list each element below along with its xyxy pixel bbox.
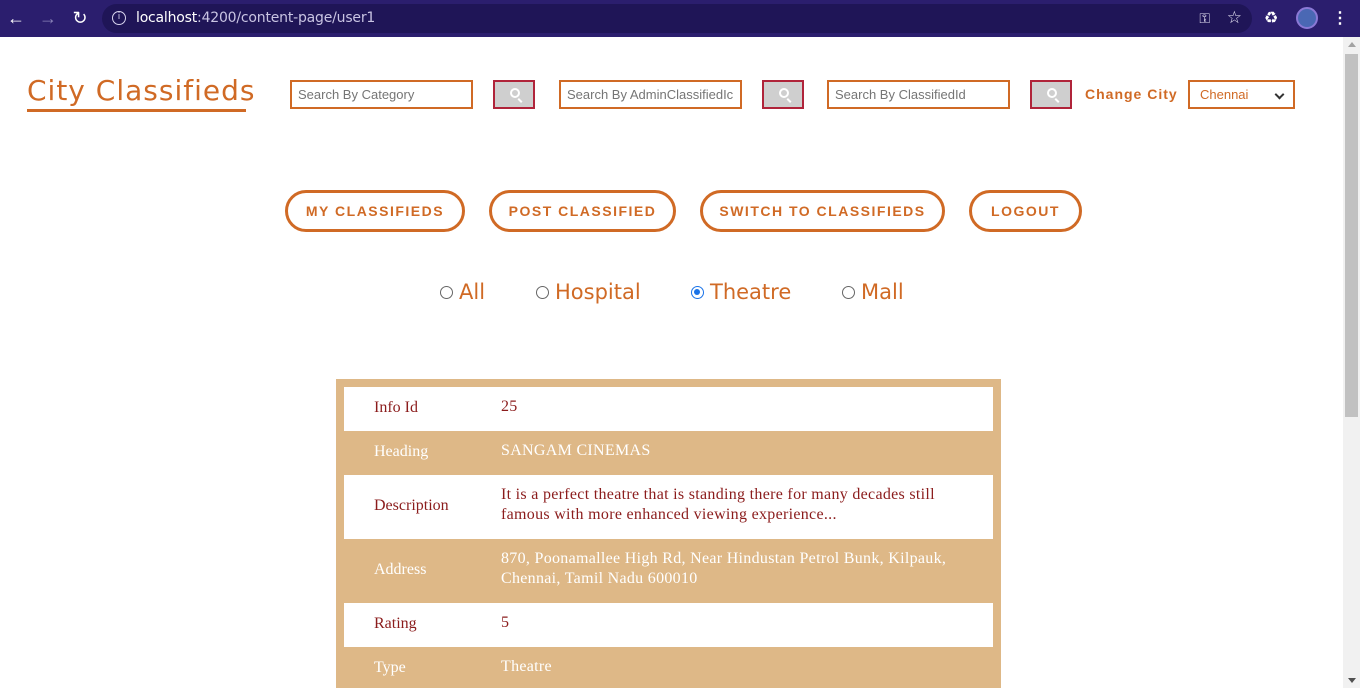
radio-hospital[interactable]: Hospital xyxy=(536,280,641,304)
scroll-up-arrow-icon[interactable] xyxy=(1348,42,1356,47)
table-row: Address 870, Poonamallee High Rd, Near H… xyxy=(344,539,993,603)
scrollbar-thumb[interactable] xyxy=(1345,54,1358,417)
radio-label[interactable]: Hospital xyxy=(555,280,641,304)
radio-circle[interactable] xyxy=(440,285,453,299)
forward-arrow-icon[interactable]: → xyxy=(36,6,60,30)
row-value: SANGAM CINEMAS xyxy=(501,442,651,459)
row-label: Type xyxy=(374,659,406,676)
search-icon xyxy=(779,88,789,98)
url-text[interactable]: localhost:4200/content-page/user1 xyxy=(136,10,375,26)
table-row: Type Theatre xyxy=(344,647,993,688)
table-row: Description It is a perfect theatre that… xyxy=(344,475,993,539)
chevron-down-icon xyxy=(1274,89,1285,100)
row-label: Description xyxy=(374,497,449,514)
search-by-category-input[interactable] xyxy=(290,80,473,109)
radio-label[interactable]: Theatre xyxy=(710,280,791,304)
radio-mall[interactable]: Mall xyxy=(842,280,904,304)
back-arrow-icon[interactable]: ← xyxy=(4,6,28,30)
radio-circle[interactable] xyxy=(691,285,704,299)
radio-all[interactable]: All xyxy=(440,280,485,304)
page-scrollbar[interactable] xyxy=(1343,37,1360,688)
search-icon xyxy=(1047,88,1057,98)
kebab-menu-icon[interactable]: ⋮ xyxy=(1332,8,1348,28)
brand-underline xyxy=(27,109,246,112)
reload-icon[interactable]: ↻ xyxy=(68,6,92,30)
classified-detail-table: Info Id 25 Heading SANGAM CINEMAS Descri… xyxy=(336,379,1001,688)
search-by-classified-id-input[interactable] xyxy=(827,80,1010,109)
browser-toolbar: ← → ↻ i localhost:4200/content-page/user… xyxy=(0,0,1360,37)
address-bar[interactable]: i localhost:4200/content-page/user1 ⚿ ☆ xyxy=(102,4,1252,33)
row-label: Info Id xyxy=(374,399,418,416)
search-admin-classified-button[interactable] xyxy=(762,80,804,109)
scroll-down-arrow-icon[interactable] xyxy=(1348,678,1356,683)
table-row: Info Id 25 xyxy=(344,387,993,431)
post-classified-button[interactable]: POST CLASSIFIED xyxy=(489,190,676,232)
my-classifieds-button[interactable]: MY CLASSIFIEDS xyxy=(285,190,465,232)
row-label: Rating xyxy=(374,615,417,632)
url-host: localhost xyxy=(136,10,198,26)
change-city-label: Change City xyxy=(1085,86,1178,102)
row-label: Heading xyxy=(374,443,429,460)
radio-label[interactable]: All xyxy=(459,280,485,304)
profile-avatar[interactable] xyxy=(1296,7,1318,29)
info-icon[interactable]: i xyxy=(112,11,126,25)
url-path: :4200/content-page/user1 xyxy=(197,10,376,26)
extensions-puzzle-icon[interactable]: ♻ xyxy=(1264,8,1278,28)
city-select-value: Chennai xyxy=(1200,87,1249,102)
table-row: Rating 5 xyxy=(344,603,993,647)
radio-label[interactable]: Mall xyxy=(861,280,904,304)
logout-button[interactable]: LOGOUT xyxy=(969,190,1082,232)
radio-circle[interactable] xyxy=(536,285,549,299)
search-by-admin-classified-id-input[interactable] xyxy=(559,80,742,109)
row-value: 870, Poonamallee High Rd, Near Hindustan… xyxy=(501,550,947,587)
table-row: Heading SANGAM CINEMAS xyxy=(344,431,993,475)
row-value: Theatre xyxy=(501,658,552,675)
switch-to-classifieds-button[interactable]: SWITCH TO CLASSIFIEDS xyxy=(700,190,945,232)
brand-logo-text[interactable]: City Classifieds xyxy=(27,74,255,107)
row-value: 25 xyxy=(501,398,518,415)
row-label: Address xyxy=(374,561,427,578)
search-category-button[interactable] xyxy=(493,80,535,109)
search-icon xyxy=(510,88,520,98)
row-value: 5 xyxy=(501,614,510,631)
bookmark-star-icon[interactable]: ☆ xyxy=(1227,8,1242,28)
key-icon[interactable]: ⚿ xyxy=(1199,10,1210,27)
search-classified-id-button[interactable] xyxy=(1030,80,1072,109)
category-filter: All Hospital Theatre Mall xyxy=(0,280,1343,306)
row-value: It is a perfect theatre that is standing… xyxy=(501,486,935,523)
radio-circle[interactable] xyxy=(842,285,855,299)
radio-theatre[interactable]: Theatre xyxy=(691,280,791,304)
city-select[interactable]: Chennai xyxy=(1188,80,1295,109)
